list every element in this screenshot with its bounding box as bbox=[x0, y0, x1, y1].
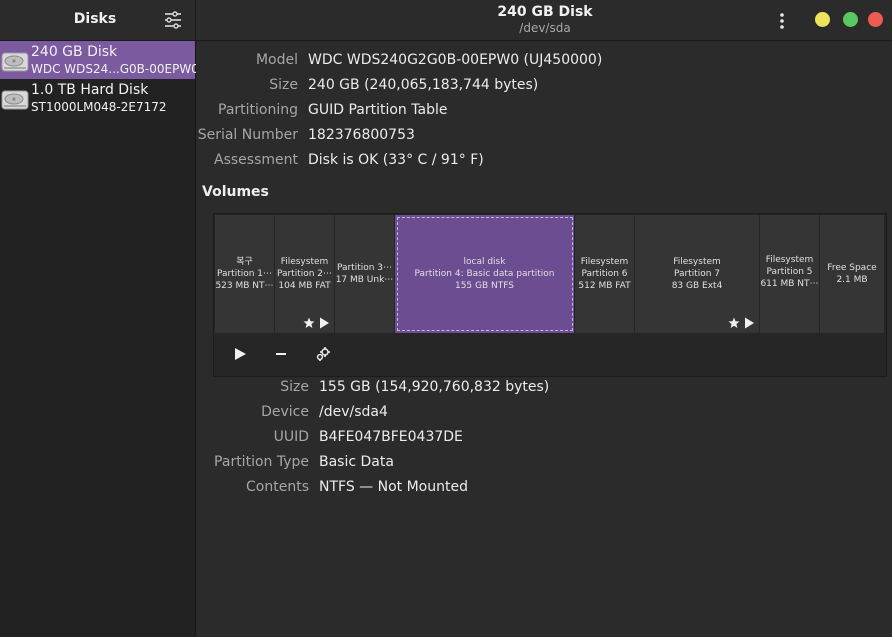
hard-disk-icon bbox=[1, 52, 29, 72]
info-value: 182376800753 bbox=[308, 127, 415, 143]
partition-label: local disk bbox=[463, 257, 506, 267]
mount-button[interactable] bbox=[232, 346, 248, 362]
info-label: Model bbox=[255, 52, 298, 68]
partition-label: Free Space bbox=[827, 263, 877, 273]
partition-name: Partition 7 bbox=[673, 269, 721, 279]
partition-size: 17 MB Unk⋯ bbox=[335, 275, 394, 285]
partition-6[interactable]: Filesystem Partition 6 512 MB FAT bbox=[575, 215, 635, 333]
close-button[interactable] bbox=[868, 12, 883, 27]
partition-1[interactable]: 복구 Partition 1⋯ 523 MB NT⋯ bbox=[215, 215, 275, 333]
disk-options-icon[interactable] bbox=[163, 11, 183, 29]
info-label: Serial Number bbox=[197, 127, 298, 143]
disk-item-240gb[interactable]: 240 GB Disk WDC WDS24...G0B-00EPW0 bbox=[0, 41, 199, 79]
partition-size: 611 MB NT⋯ bbox=[760, 279, 819, 289]
partition-4[interactable]: local disk Partition 4: Basic data parti… bbox=[395, 215, 575, 333]
partition-label: Filesystem bbox=[580, 257, 629, 267]
partition-size: 104 MB FAT bbox=[278, 281, 331, 291]
disk-list: 240 GB Disk WDC WDS24...G0B-00EPW0 1.0 T… bbox=[0, 41, 199, 637]
info-label: Partitioning bbox=[218, 102, 298, 118]
disk-item-1tb[interactable]: 1.0 TB Hard Disk ST1000LM048-2E7172 bbox=[0, 79, 195, 117]
gears-icon[interactable] bbox=[315, 346, 331, 362]
partition-3[interactable]: Partition 3⋯ 17 MB Unk⋯ bbox=[335, 215, 395, 333]
partition-name: Partition 5 bbox=[766, 267, 813, 277]
free-space[interactable]: Free Space 2.1 MB bbox=[820, 215, 884, 333]
app-title: Disks bbox=[73, 11, 117, 27]
partition-7[interactable]: Filesystem Partition 7 83 GB Ext4 bbox=[635, 215, 760, 333]
info-value: Basic Data bbox=[319, 454, 394, 470]
minimize-button[interactable] bbox=[815, 12, 830, 27]
title-bar: Disks 240 GB Disk /dev/sda bbox=[0, 0, 892, 41]
partition-size: 83 GB Ext4 bbox=[671, 281, 723, 291]
info-value: Disk is OK (33° C / 91° F) bbox=[308, 152, 484, 168]
info-value: NTFS — Not Mounted bbox=[319, 479, 468, 495]
disk-model: ST1000LM048-2E7172 bbox=[31, 100, 167, 114]
star-icon bbox=[728, 317, 740, 328]
partition-name: Partition 2⋯ bbox=[276, 269, 333, 279]
info-label: Device bbox=[261, 404, 309, 420]
partition-size: 2.1 MB bbox=[836, 275, 868, 285]
partition-size: 523 MB NT⋯ bbox=[215, 281, 274, 291]
kebab-menu-icon[interactable] bbox=[772, 12, 792, 30]
info-value: WDC WDS240G2G0B-00EPW0 (UJ450000) bbox=[308, 52, 603, 68]
info-value: GUID Partition Table bbox=[308, 102, 448, 118]
partition-name: Partition 4: Basic data partition bbox=[414, 269, 555, 279]
info-label: Contents bbox=[246, 479, 309, 495]
info-label: Size bbox=[269, 77, 298, 93]
disk-name: 240 GB Disk bbox=[31, 44, 118, 60]
info-label: Partition Type bbox=[214, 454, 309, 470]
partition-name: Partition 1⋯ bbox=[216, 269, 273, 279]
play-icon bbox=[745, 317, 754, 329]
info-value: 155 GB (154,920,760,832 bytes) bbox=[319, 379, 550, 395]
info-value: B4FE047BFE0437DE bbox=[319, 429, 463, 445]
partition-label: 복구 bbox=[236, 257, 253, 267]
selected-disk-title: 240 GB Disk bbox=[497, 4, 593, 20]
volumes-heading: Volumes bbox=[202, 184, 269, 200]
partition-2[interactable]: Filesystem Partition 2⋯ 104 MB FAT bbox=[275, 215, 335, 333]
info-label: UUID bbox=[273, 429, 309, 445]
info-label: Assessment bbox=[214, 152, 298, 168]
play-icon bbox=[320, 317, 329, 329]
partition-name: Partition 3⋯ bbox=[336, 263, 393, 273]
info-value: 240 GB (240,065,183,744 bytes) bbox=[308, 77, 539, 93]
maximize-button[interactable] bbox=[843, 12, 858, 27]
volume-toolbar bbox=[214, 334, 886, 375]
partition-size: 512 MB FAT bbox=[578, 281, 631, 291]
info-value: /dev/sda4 bbox=[319, 404, 388, 420]
info-label: Size bbox=[280, 379, 309, 395]
window-title: 240 GB Disk /dev/sda bbox=[400, 4, 690, 35]
sidebar-header: Disks bbox=[0, 0, 196, 40]
delete-partition-button[interactable] bbox=[273, 346, 289, 362]
partition-label: Filesystem bbox=[765, 255, 814, 265]
star-icon bbox=[303, 317, 315, 328]
partition-5[interactable]: Filesystem Partition 5 611 MB NT⋯ bbox=[760, 215, 820, 333]
disk-name: 1.0 TB Hard Disk bbox=[31, 82, 149, 98]
partition-label: Filesystem bbox=[280, 257, 329, 267]
disk-model: WDC WDS24...G0B-00EPW0 bbox=[31, 62, 199, 76]
disk-details: Model WDC WDS240G2G0B-00EPW0 (UJ450000) … bbox=[196, 41, 892, 637]
selected-disk-device: /dev/sda bbox=[519, 21, 571, 35]
partition-size: 155 GB NTFS bbox=[454, 281, 514, 291]
partition-label: Filesystem bbox=[673, 257, 721, 267]
partition-name: Partition 6 bbox=[581, 269, 628, 279]
volumes-map: 복구 Partition 1⋯ 523 MB NT⋯ Filesystem Pa… bbox=[213, 213, 887, 377]
hard-disk-icon bbox=[1, 90, 29, 110]
